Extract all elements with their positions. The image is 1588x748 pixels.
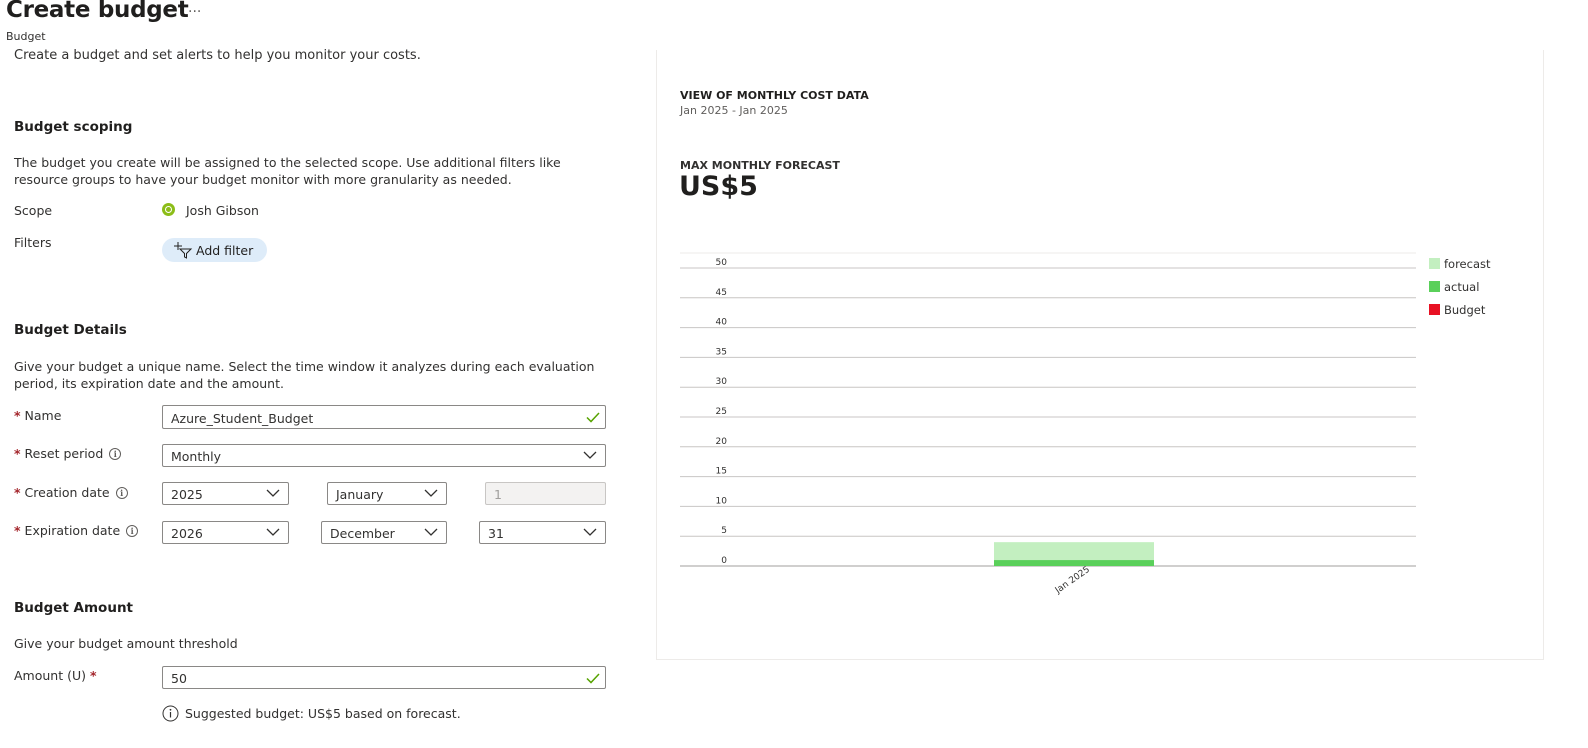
legend-label-actual: actual (1444, 280, 1479, 294)
info-icon (162, 705, 179, 722)
reset-period-dropdown[interactable]: Monthly (162, 444, 606, 467)
add-filter-icon (174, 242, 193, 259)
scope-value[interactable]: Josh Gibson (186, 203, 259, 218)
y-tick-label: 10 (716, 496, 728, 506)
view-title: VIEW OF MONTHLY COST DATA (680, 89, 869, 102)
y-tick-label: 35 (716, 347, 727, 357)
info-icon[interactable]: i (115, 487, 128, 499)
y-tick-label: 40 (716, 318, 728, 328)
chevron-down-icon (266, 528, 280, 536)
legend-swatch-forecast (1429, 258, 1440, 269)
amount-label: Amount (U) * (14, 668, 97, 683)
amount-label-text: Amount (U) (14, 668, 86, 683)
legend-label-budget: Budget (1444, 303, 1486, 317)
more-options-button[interactable]: ··· (188, 4, 201, 20)
legend-swatch-budget (1429, 304, 1440, 315)
page-title: Create budget (6, 0, 189, 23)
creation-day-field: 1 (485, 482, 606, 505)
y-tick-label: 30 (716, 377, 728, 387)
y-tick-label: 25 (716, 407, 727, 417)
name-value: Azure_Student_Budget (171, 411, 314, 426)
check-icon (586, 673, 600, 684)
expiration-day-value: 31 (488, 526, 504, 541)
monthly-cost-chart: 0 5 10 15 20 25 30 35 40 45 50 Jan 2025 forecast actu… (680, 252, 1491, 597)
amount-field[interactable]: 50 (162, 666, 606, 689)
budget-details-heading: Budget Details (14, 322, 127, 338)
required-mark: * (14, 485, 21, 500)
add-filter-button[interactable]: Add filter (162, 238, 267, 262)
required-mark: * (90, 668, 97, 683)
subscription-icon (162, 203, 175, 216)
expiration-year-dropdown[interactable]: 2026 (162, 521, 289, 544)
creation-day-value: 1 (494, 487, 502, 502)
required-mark: * (14, 408, 21, 423)
name-label: * Name (14, 408, 61, 423)
chevron-down-icon (583, 451, 597, 459)
info-icon[interactable]: i (109, 448, 122, 460)
y-tick-label: 15 (716, 467, 727, 477)
y-tick-label: 45 (716, 288, 727, 298)
forecast-value: US$5 (679, 171, 758, 202)
y-tick-label: 20 (716, 437, 728, 447)
check-icon (586, 412, 600, 423)
reset-period-label: * Reset period i (14, 446, 122, 461)
y-tick-label: 50 (716, 258, 728, 268)
add-filter-label: Add filter (196, 243, 254, 258)
chevron-down-icon (424, 528, 438, 536)
filters-label: Filters (14, 235, 52, 250)
required-mark: * (14, 523, 21, 538)
expiration-date-label-text: Expiration date (24, 523, 121, 538)
info-icon[interactable]: i (126, 525, 139, 537)
budget-details-description: Give your budget a unique name. Select t… (14, 359, 595, 391)
budget-amount-heading: Budget Amount (14, 600, 134, 616)
name-field[interactable]: Azure_Student_Budget (162, 405, 606, 429)
reset-period-value: Monthly (171, 449, 222, 464)
expiration-date-label: * Expiration date i (14, 523, 139, 538)
expiration-month-value: December (330, 526, 395, 541)
legend-swatch-actual (1429, 281, 1440, 292)
expiration-year-value: 2026 (171, 526, 203, 541)
y-tick-label: 5 (721, 526, 727, 536)
budget-scoping-heading: Budget scoping (14, 119, 133, 135)
intro-text: Create a budget and set alerts to help y… (14, 48, 421, 63)
view-range: Jan 2025 - Jan 2025 (680, 104, 788, 117)
creation-year-dropdown[interactable]: 2025 (162, 482, 289, 505)
creation-month-dropdown[interactable]: January (327, 482, 447, 505)
amount-value: 50 (171, 671, 187, 686)
creation-date-label-text: Creation date (24, 485, 110, 500)
actual-bar (994, 560, 1154, 566)
chevron-down-icon (424, 489, 438, 497)
creation-month-value: January (336, 487, 384, 502)
breadcrumb[interactable]: Budget (6, 30, 46, 43)
forecast-bar (994, 542, 1154, 561)
suggested-budget-text: Suggested budget: US$5 based on forecast… (185, 706, 461, 721)
x-tick-label: Jan 2025 (1053, 565, 1092, 597)
budget-amount-description: Give your budget amount threshold (14, 636, 238, 651)
scope-label: Scope (14, 203, 53, 218)
legend-label-forecast: forecast (1444, 257, 1491, 271)
chevron-down-icon (266, 489, 280, 497)
reset-period-label-text: Reset period (24, 446, 104, 461)
creation-date-label: * Creation date i (14, 485, 128, 500)
expiration-month-dropdown[interactable]: December (321, 521, 447, 544)
y-tick-label: 0 (721, 556, 727, 566)
name-label-text: Name (24, 408, 62, 423)
chevron-down-icon (583, 528, 597, 536)
required-mark: * (14, 446, 21, 461)
expiration-day-dropdown[interactable]: 31 (479, 521, 606, 544)
creation-year-value: 2025 (171, 487, 203, 502)
budget-scoping-description: The budget you create will be assigned t… (14, 155, 561, 187)
